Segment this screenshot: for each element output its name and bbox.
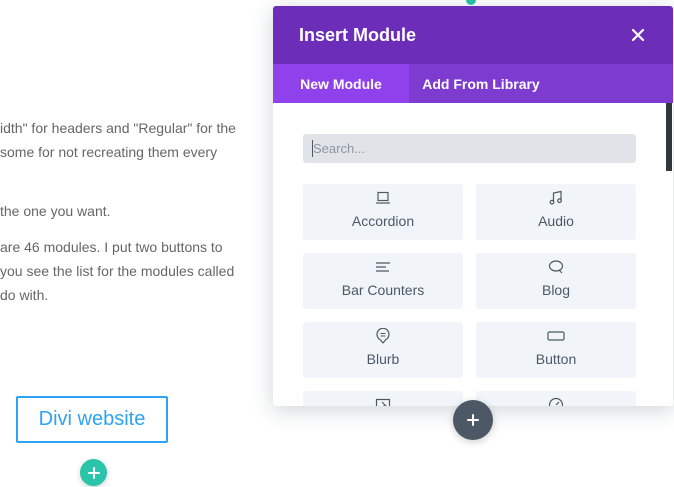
accordion-icon <box>303 190 463 206</box>
modal-tabs: New Module Add From Library <box>273 64 673 103</box>
plus-icon <box>87 466 100 479</box>
module-accordion[interactable]: Accordion <box>303 184 463 240</box>
blog-icon <box>476 259 636 275</box>
add-section-handle[interactable] <box>466 0 476 5</box>
divi-website-button[interactable]: Divi website <box>16 396 168 443</box>
music-note-icon <box>476 190 636 206</box>
bar-counters-icon <box>303 259 463 275</box>
circle-counter-icon <box>476 397 636 406</box>
insert-module-modal: Insert Module New Module Add From Librar… <box>273 6 673 406</box>
modal-title: Insert Module <box>299 25 417 45</box>
module-call-to-action[interactable] <box>303 391 463 406</box>
modal-header: Insert Module <box>273 6 673 64</box>
add-row-button[interactable] <box>80 459 107 486</box>
module-label: Button <box>535 351 577 367</box>
page: idth" for headers and "Regular" for the … <box>0 0 674 487</box>
article-text-line: idth" for headers and "Regular" for the <box>0 120 236 136</box>
article-text-line: the one you want. <box>0 203 111 219</box>
tab-new-module[interactable]: New Module <box>273 64 409 103</box>
module-label: Blurb <box>366 351 400 367</box>
module-label: Accordion <box>351 213 415 229</box>
module-label: Audio <box>538 213 574 229</box>
module-label: Blog <box>541 282 571 298</box>
article-text-line: are 46 modules. I put two buttons to <box>0 239 223 255</box>
article-text-line: do with. <box>0 287 49 303</box>
close-button[interactable] <box>625 22 651 48</box>
module-blog[interactable]: Blog <box>476 253 636 309</box>
search-input[interactable] <box>303 134 636 163</box>
module-blurb[interactable]: Blurb <box>303 322 463 378</box>
module-audio[interactable]: Audio <box>476 184 636 240</box>
close-icon <box>631 28 645 42</box>
scrollbar-thumb[interactable] <box>666 103 672 171</box>
tab-add-from-library[interactable]: Add From Library <box>409 64 553 103</box>
plus-icon <box>467 414 479 426</box>
module-label: Bar Counters <box>341 282 425 298</box>
article-text-line: some for not recreating them every <box>0 144 218 160</box>
module-bar-counters[interactable]: Bar Counters <box>303 253 463 309</box>
module-list-panel: Accordion Audio <box>273 103 673 406</box>
button-icon <box>476 328 636 344</box>
article-text-line: you see the list for the modules called <box>0 263 235 279</box>
add-module-button[interactable] <box>453 400 493 440</box>
call-to-action-icon <box>303 397 463 406</box>
blurb-icon <box>303 328 463 344</box>
module-circle-counter[interactable] <box>476 391 636 406</box>
module-button[interactable]: Button <box>476 322 636 378</box>
text-caret <box>312 140 313 157</box>
